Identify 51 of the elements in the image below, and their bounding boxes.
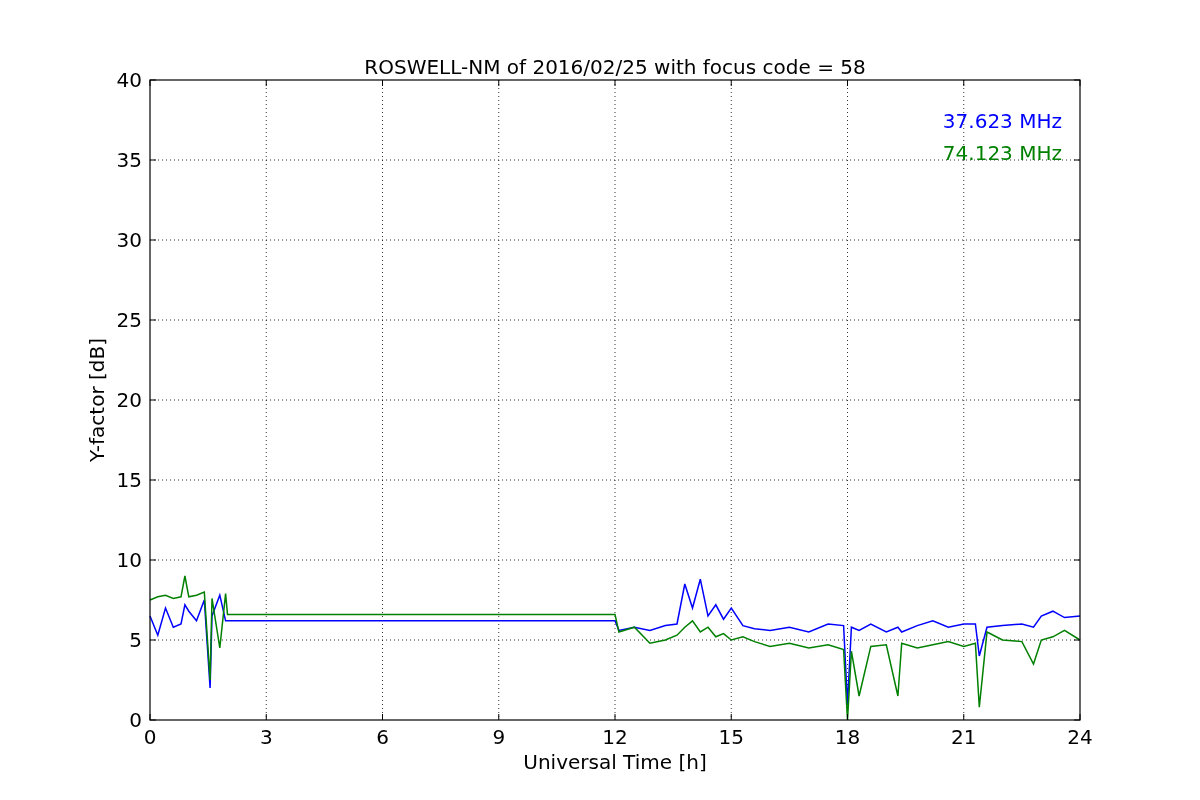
tick-mark <box>149 639 157 641</box>
x-tick-label: 21 <box>951 725 977 749</box>
tick-mark <box>847 79 848 87</box>
legend-label: 74.123 MHz <box>942 141 1062 165</box>
y-axis-label: Y-factor [dB] <box>85 338 109 462</box>
y-tick-label: 30 <box>116 228 142 252</box>
x-tick-label: 6 <box>376 725 389 749</box>
tick-mark <box>1073 399 1081 401</box>
legend-label: 37.623 MHz <box>942 109 1062 133</box>
tick-mark <box>847 713 848 721</box>
x-tick-label: 9 <box>492 725 506 749</box>
x-tick-label: 3 <box>259 725 273 749</box>
tick-mark <box>1073 479 1081 481</box>
tick-mark <box>614 713 616 721</box>
tick-mark <box>382 79 383 87</box>
x-tick-label: 12 <box>602 725 628 749</box>
y-tick-label: 15 <box>116 468 142 492</box>
y-tick-label: 40 <box>116 68 142 92</box>
x-tick-label: 18 <box>834 725 861 749</box>
tick-mark <box>265 713 267 721</box>
tick-mark <box>382 713 383 721</box>
tick-mark <box>149 399 157 401</box>
tick-mark <box>1073 559 1081 561</box>
tick-mark <box>730 79 732 87</box>
tick-mark <box>149 559 157 561</box>
tick-mark <box>149 239 157 241</box>
tick-mark <box>1073 239 1081 241</box>
y-tick-label: 25 <box>116 308 142 332</box>
y-tick-label: 35 <box>116 148 142 172</box>
tick-mark <box>149 479 157 481</box>
tick-mark <box>614 79 616 87</box>
tick-mark <box>498 713 500 721</box>
tick-mark <box>730 713 732 721</box>
x-tick-label: 15 <box>718 725 744 749</box>
y-tick-label: 5 <box>129 628 142 652</box>
chart-title: ROSWELL-NM of 2016/02/25 with focus code = 58 <box>364 55 866 79</box>
tick-mark <box>963 79 965 87</box>
tick-mark <box>1073 639 1081 641</box>
x-axis-label: Universal Time [h] <box>523 750 707 774</box>
tick-mark <box>1073 319 1081 321</box>
tick-mark <box>149 159 157 161</box>
tick-mark <box>149 319 157 321</box>
y-tick-label: 10 <box>116 548 142 572</box>
x-tick-label: 0 <box>143 725 157 749</box>
y-tick-label: 20 <box>116 388 142 412</box>
tick-mark <box>498 79 500 87</box>
x-tick-label: 24 <box>1067 725 1093 749</box>
tick-mark <box>963 713 965 721</box>
y-tick-label: 0 <box>129 708 142 732</box>
tick-mark <box>265 79 267 87</box>
tick-mark <box>1073 159 1081 161</box>
